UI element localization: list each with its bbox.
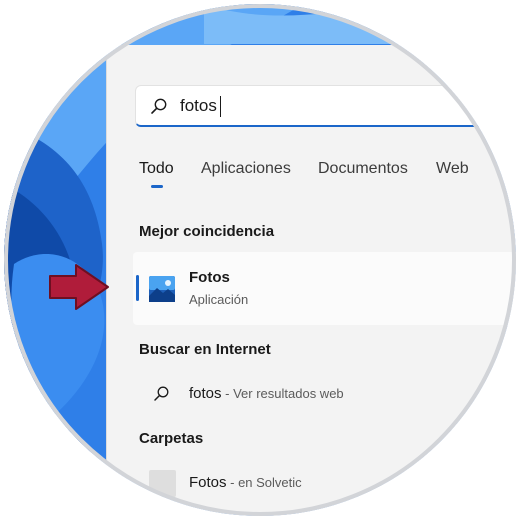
chevron-right-icon: ›: [511, 386, 515, 398]
section-title-best-match: Mejor coincidencia: [139, 223, 275, 240]
tab-aplicaciones[interactable]: Aplicaciones: [201, 160, 291, 178]
result-title: Fotos: [189, 269, 230, 286]
search-icon: [151, 98, 167, 114]
photos-app-icon: [149, 276, 175, 302]
search-input[interactable]: fotos: [180, 96, 217, 116]
section-title-folders: Carpetas: [139, 430, 204, 447]
best-match-result[interactable]: Fotos Aplicación: [133, 252, 516, 325]
folder-name: Fotos: [189, 474, 227, 491]
search-box[interactable]: fotos: [135, 85, 515, 127]
folder-icon: [149, 470, 176, 497]
result-type: Aplicación: [189, 292, 249, 307]
web-search-suffix: - Ver resultados web: [221, 386, 344, 401]
section-title-internet: Buscar en Internet: [139, 341, 271, 358]
web-search-query: fotos: [189, 385, 222, 402]
red-pointer-arrow-icon: [49, 264, 109, 310]
magnifier-circle: fotos Todo Aplicaciones Documentos Web M…: [4, 4, 516, 516]
tab-todo[interactable]: Todo: [139, 160, 174, 178]
selection-indicator: [136, 275, 139, 301]
tab-web[interactable]: Web: [436, 160, 469, 178]
web-search-result[interactable]: fotos - Ver resultados web ›: [133, 374, 516, 412]
start-search-panel: fotos Todo Aplicaciones Documentos Web M…: [106, 45, 516, 516]
folder-location: - en Solvetic: [226, 475, 302, 490]
folder-result[interactable]: Fotos - en Solvetic: [133, 463, 516, 501]
filter-tabs: Todo Aplicaciones Documentos Web: [137, 160, 516, 200]
folder-result-text: Fotos - en Solvetic: [189, 474, 302, 491]
active-tab-indicator: [151, 185, 163, 188]
web-search-text: fotos - Ver resultados web: [189, 385, 344, 402]
tab-documentos[interactable]: Documentos: [318, 160, 408, 178]
screenshot-stage: fotos Todo Aplicaciones Documentos Web M…: [0, 0, 520, 520]
search-icon: [154, 386, 169, 401]
text-caret: [220, 96, 221, 117]
